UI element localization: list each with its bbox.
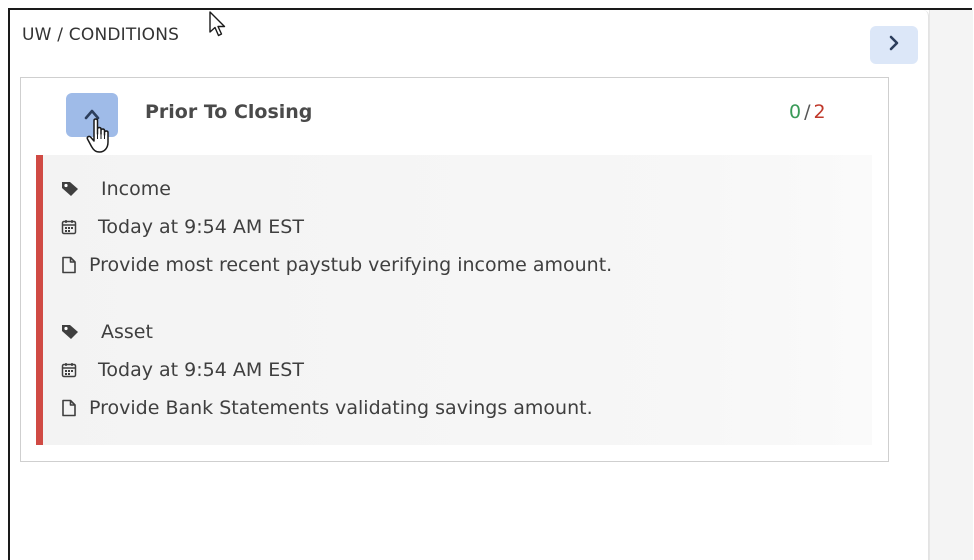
condition-description: Provide Bank Statements validating savin… bbox=[89, 397, 593, 419]
condition-item[interactable]: Asset Today at 9:54 AM EST Provide Bank … bbox=[61, 313, 593, 427]
tag-icon bbox=[61, 324, 101, 340]
calendar-icon bbox=[61, 362, 98, 378]
condition-category: Asset bbox=[101, 321, 153, 343]
condition-description-row: Provide Bank Statements validating savin… bbox=[61, 389, 593, 427]
completed-count: 0 bbox=[789, 101, 802, 123]
calendar-icon bbox=[61, 219, 98, 235]
total-count: 2 bbox=[813, 101, 826, 123]
condition-category-row: Income bbox=[61, 170, 612, 208]
collapse-group-button[interactable] bbox=[66, 93, 118, 137]
group-title: Prior To Closing bbox=[145, 101, 313, 123]
condition-description-row: Provide most recent paystub verifying in… bbox=[61, 246, 612, 284]
chevron-up-icon bbox=[83, 106, 101, 125]
document-icon bbox=[61, 256, 89, 274]
condition-date-row: Today at 9:54 AM EST bbox=[61, 351, 593, 389]
condition-date-row: Today at 9:54 AM EST bbox=[61, 208, 612, 246]
priority-indicator-bar bbox=[36, 155, 43, 445]
count-separator: / bbox=[804, 101, 811, 123]
condition-category-row: Asset bbox=[61, 313, 593, 351]
chevron-right-icon bbox=[887, 34, 901, 56]
completion-count: 0/2 bbox=[789, 101, 826, 123]
panel-title: UW / CONDITIONS bbox=[22, 25, 180, 45]
condition-date: Today at 9:54 AM EST bbox=[98, 216, 304, 238]
screen: UW / CONDITIONS Prior To Closing 0/2 Inc… bbox=[0, 0, 974, 560]
document-icon bbox=[61, 399, 89, 417]
tag-icon bbox=[61, 181, 101, 197]
condition-date: Today at 9:54 AM EST bbox=[98, 359, 304, 381]
condition-category: Income bbox=[101, 178, 171, 200]
condition-description: Provide most recent paystub verifying in… bbox=[89, 254, 613, 276]
condition-item[interactable]: Income Today at 9:54 AM EST Provide most… bbox=[61, 170, 612, 284]
expand-panel-button[interactable] bbox=[870, 26, 918, 64]
